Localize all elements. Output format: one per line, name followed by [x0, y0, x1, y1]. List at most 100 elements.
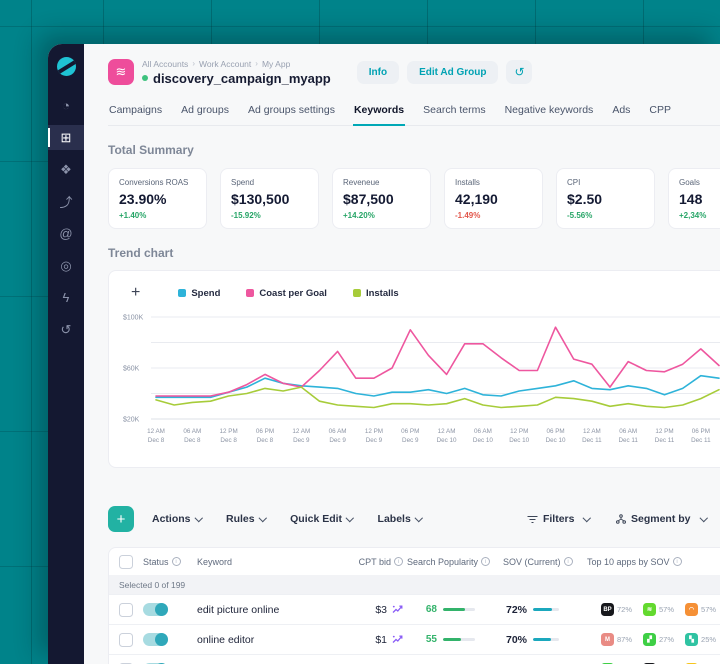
sidebar-item-export-icon[interactable]: ⤴ — [48, 189, 84, 214]
breadcrumb: All Accounts › Work Account › My App — [142, 59, 331, 69]
svg-text:12 AM: 12 AM — [438, 428, 456, 435]
sidebar-item-history-icon[interactable]: ↺ — [48, 317, 84, 342]
svg-text:Dec 11: Dec 11 — [691, 437, 711, 444]
column-header-keyword[interactable]: Keyword — [197, 557, 323, 567]
add-metric-button[interactable]: + — [131, 284, 140, 302]
column-label: SOV (Current) — [503, 556, 561, 567]
card-change: +2,34% — [679, 211, 707, 220]
dropdown-label: Quick Edit — [290, 513, 343, 525]
column-header-cpt-bid[interactable]: CPT bid i — [323, 557, 407, 567]
svg-text:06 AM: 06 AM — [474, 428, 492, 435]
trend-chart-title: Trend chart — [108, 246, 174, 260]
history-button[interactable]: ↺ — [506, 60, 533, 84]
bid-trend-icon[interactable] — [392, 634, 403, 645]
sidebar-item-campaigns-icon[interactable]: ⊞ — [48, 125, 84, 150]
row-checkbox[interactable] — [119, 632, 133, 647]
tab-search-terms[interactable]: Search terms — [422, 97, 486, 125]
tab-keywords[interactable]: Keywords — [352, 97, 406, 126]
dropdown-actions[interactable]: Actions — [152, 513, 203, 525]
select-all-checkbox[interactable] — [119, 554, 133, 569]
info-icon[interactable]: i — [394, 557, 403, 566]
keyword-cell[interactable]: online editor — [197, 634, 323, 646]
tab-ads[interactable]: Ads — [611, 97, 631, 125]
edit-ad-group-button[interactable]: Edit Ad Group — [407, 60, 499, 84]
breadcrumb-item[interactable]: All Accounts — [142, 59, 188, 69]
search-icon: @ — [59, 226, 73, 241]
sidebar-item-target-icon[interactable]: ◎ — [48, 253, 84, 278]
breadcrumb-item[interactable]: Work Account — [199, 59, 251, 69]
app-icon[interactable]: ◠ — [685, 603, 699, 616]
tab-negative-keywords[interactable]: Negative keywords — [504, 97, 595, 125]
info-icon[interactable]: i — [171, 557, 181, 566]
info-icon[interactable]: i — [672, 557, 682, 566]
column-header-search-popularity[interactable]: Search Popularity i — [407, 557, 503, 567]
app-window: ◔ ⊞ ❖ ⤴ @ ◎ ϟ ↺ ≋ All Accounts › Work Account › My … — [48, 44, 720, 664]
card-label: Conversions ROAS — [119, 178, 189, 187]
export-icon: ⤴ — [59, 195, 73, 210]
segment-by-button[interactable]: Segment by — [615, 513, 708, 525]
top-app: ▞ 27% — [643, 633, 674, 646]
row-checkbox-cell — [109, 602, 143, 617]
breadcrumb-item[interactable]: My App — [262, 59, 290, 69]
app-icon[interactable]: ▚ — [685, 633, 699, 646]
chart-legend: Spend Coast per Goal Installs — [178, 288, 399, 299]
app-logo[interactable] — [56, 57, 76, 76]
info-icon[interactable]: i — [563, 557, 573, 566]
target-icon: ◎ — [60, 257, 72, 273]
sov-value: 70% — [505, 633, 527, 646]
column-header-top-10-apps-by-sov[interactable]: Top 10 apps by SOV i — [587, 557, 720, 567]
trend-chart-svg: $100K $60K $20K 12 AM Dec 8 06 AM Dec 8 12 PM De… — [123, 315, 720, 444]
dropdown-labels[interactable]: Labels — [378, 513, 423, 525]
row-checkbox[interactable] — [119, 602, 133, 617]
status-toggle[interactable] — [143, 633, 168, 646]
sidebar-item-components-icon[interactable]: ❖ — [48, 157, 84, 182]
info-icon[interactable]: i — [481, 557, 491, 566]
tab-cpp[interactable]: CPP — [648, 97, 672, 125]
row-status-cell — [143, 633, 197, 646]
sov-cell: 72% — [503, 604, 587, 616]
app-icon[interactable]: M — [601, 633, 614, 646]
svg-text:Dec 10: Dec 10 — [473, 437, 493, 444]
keywords-table: Status i Keyword CPT bid i Search Popularity i… — [108, 547, 720, 664]
tab-ad-groups[interactable]: Ad groups — [180, 97, 230, 125]
svg-text:06 PM: 06 PM — [256, 428, 274, 435]
popularity-cell: 55 — [407, 634, 503, 645]
dropdown-quick-edit[interactable]: Quick Edit — [290, 513, 354, 525]
legend-item-spend[interactable]: Spend — [178, 288, 220, 299]
svg-text:Dec 8: Dec 8 — [220, 437, 237, 444]
info-button[interactable]: Info — [356, 60, 400, 84]
selected-count: Selected 0 of 199 — [119, 579, 186, 590]
sidebar-item-automation-icon[interactable]: ϟ — [48, 285, 84, 310]
status-toggle[interactable] — [143, 603, 168, 616]
tab-ad-groups-settings[interactable]: Ad groups settings — [247, 97, 336, 125]
trend-chart-card: + Spend Coast per Goal Installs $100K $60K $… — [108, 270, 720, 468]
tab-campaigns[interactable]: Campaigns — [108, 97, 163, 125]
table-row: photo editor online$1.751232%▞71%BP35%◎1… — [109, 654, 720, 664]
dropdown-rules[interactable]: Rules — [226, 513, 267, 525]
column-label: CPT bid — [358, 556, 391, 567]
sidebar-item-dashboard-icon[interactable]: ◔ — [48, 93, 84, 118]
sidebar-item-search-icon[interactable]: @ — [48, 221, 84, 246]
summary-card-cpi: CPI $2.50 -5.56% — [556, 168, 655, 229]
keyword-cell[interactable]: edit picture online — [197, 604, 323, 616]
card-label: CPI — [567, 178, 581, 187]
legend-item-installs[interactable]: Installs — [352, 288, 399, 299]
breadcrumb-separator: › — [255, 59, 258, 68]
bid-trend-icon[interactable] — [392, 604, 403, 615]
column-header-status[interactable]: Status i — [143, 557, 197, 567]
svg-text:12 PM: 12 PM — [220, 428, 238, 435]
app-icon[interactable]: BP — [601, 603, 614, 616]
segment-by-label: Segment by — [630, 513, 691, 525]
app-icon[interactable]: ▞ — [643, 633, 657, 646]
add-keyword-button[interactable]: + — [108, 506, 134, 532]
filters-button[interactable]: Filters — [527, 513, 592, 525]
svg-text:06 AM: 06 AM — [183, 428, 201, 435]
legend-item-coast-per-goal[interactable]: Coast per Goal — [246, 288, 327, 299]
legend-label: Coast per Goal — [259, 287, 327, 299]
column-header-sov-current-[interactable]: SOV (Current) i — [503, 557, 587, 567]
card-label: Installs — [455, 178, 480, 187]
chart-legend-row: + Spend Coast per Goal Installs — [123, 283, 720, 303]
column-label: Status — [143, 556, 169, 567]
app-icon[interactable]: ≋ — [643, 603, 657, 616]
card-change: -5.56% — [567, 211, 593, 220]
